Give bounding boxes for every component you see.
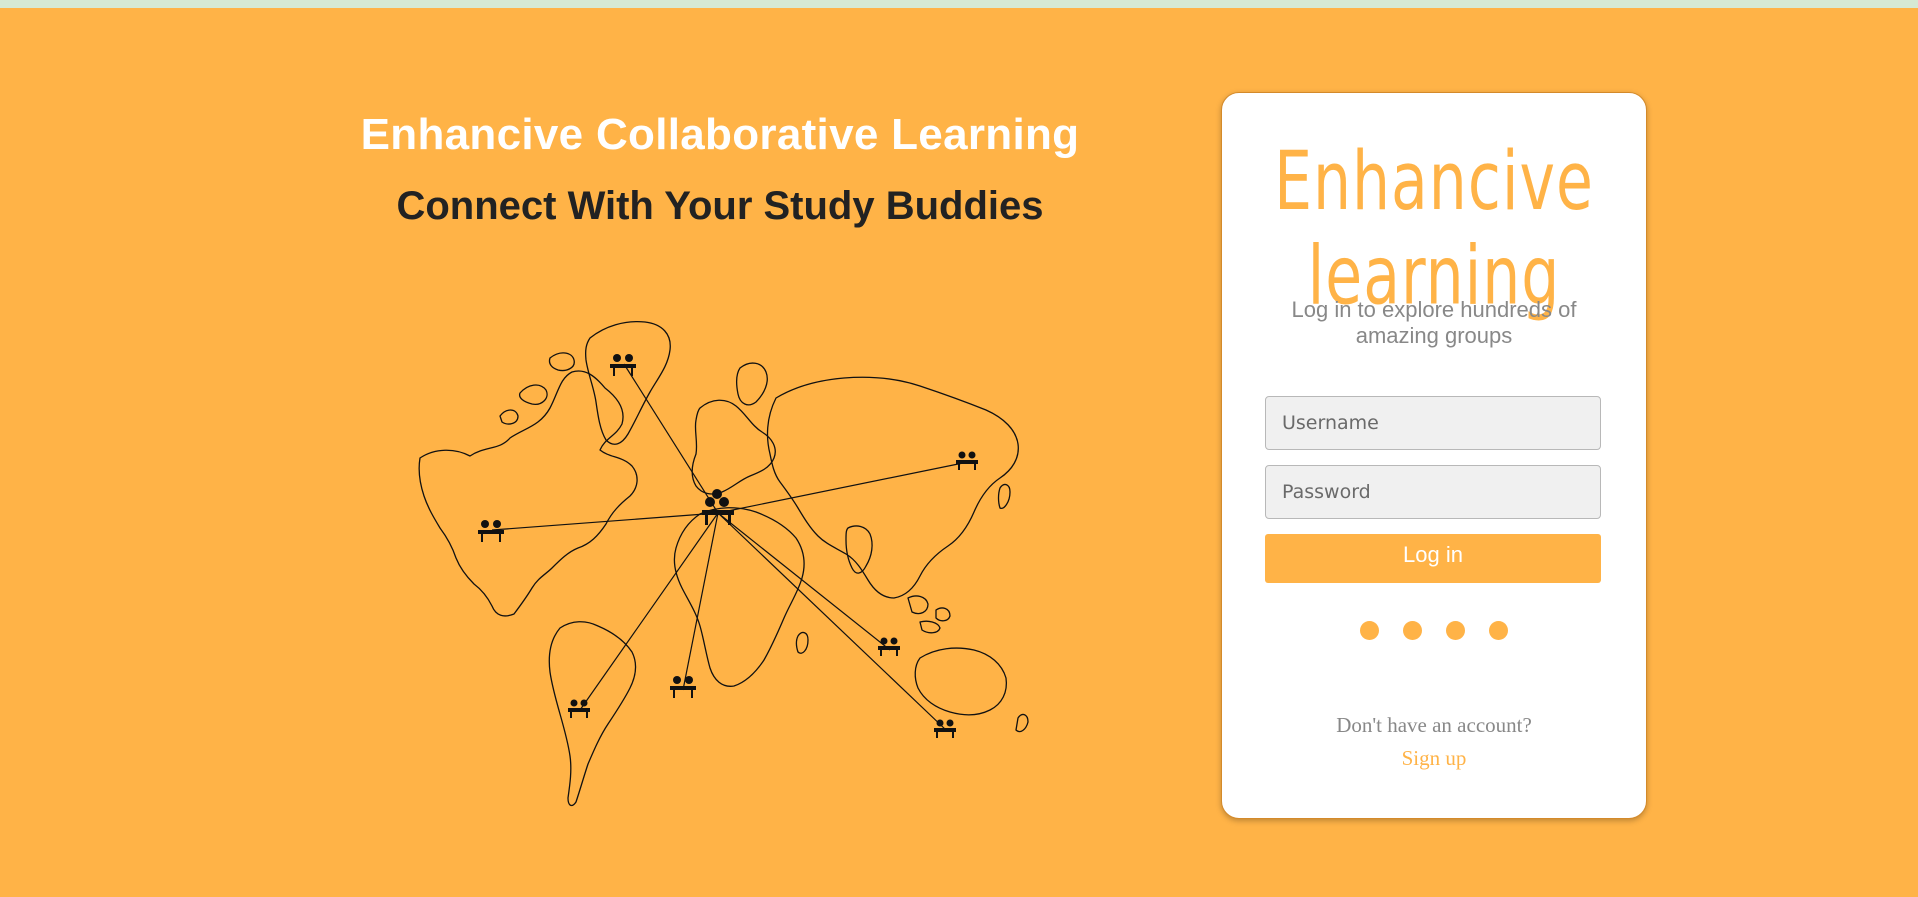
continent-north-america	[418, 370, 638, 617]
connection-line	[579, 512, 719, 711]
study-group-icon	[610, 354, 636, 376]
study-group-icon	[568, 699, 590, 718]
connection-line	[717, 512, 891, 651]
continent-greenland	[584, 320, 671, 445]
connection-line	[717, 461, 969, 514]
hero-headline: Enhancive Collaborative Learning	[360, 110, 1080, 159]
study-group-icon	[478, 520, 504, 542]
island-madagascar	[795, 631, 809, 654]
world-map-illustration	[418, 320, 1029, 807]
signup-link[interactable]: Sign up	[1222, 746, 1646, 771]
continent-africa	[673, 507, 805, 687]
continent-australia	[914, 647, 1008, 716]
study-group-icon	[878, 637, 900, 656]
hero-pane: Enhancive Collaborative Learning Connect…	[340, 8, 1100, 888]
login-button[interactable]: Log in	[1265, 534, 1601, 583]
island-new-zealand	[1015, 713, 1029, 733]
loading-dot	[1446, 621, 1465, 640]
loading-dots	[1222, 621, 1646, 640]
connection-line	[682, 512, 719, 691]
region-scandinavia	[736, 362, 768, 406]
islands-southeast-asia	[907, 595, 951, 634]
login-card: Enhancive learning Log in to explore hun…	[1221, 92, 1647, 819]
study-group-icon	[670, 676, 696, 698]
hero-subheadline: Connect With Your Study Buddies	[396, 184, 1044, 228]
username-input[interactable]	[1265, 396, 1601, 450]
password-input[interactable]	[1265, 465, 1601, 519]
loading-dot	[1403, 621, 1422, 640]
no-account-text: Don't have an account?	[1336, 713, 1532, 737]
loading-dot	[1360, 621, 1379, 640]
island-japan	[997, 483, 1011, 509]
continent-europe	[691, 399, 776, 495]
arctic-islands	[499, 352, 575, 425]
study-group-icon	[934, 719, 956, 738]
brand-logo-text: Enhancive learning	[1274, 134, 1594, 324]
login-tagline: Log in to explore hundreds of amazing gr…	[1291, 297, 1577, 348]
top-strip	[0, 0, 1918, 8]
connection-line	[491, 512, 719, 531]
connection-line	[623, 363, 719, 514]
loading-dot	[1489, 621, 1508, 640]
study-group-icon	[956, 451, 978, 470]
continent-asia	[766, 376, 1019, 599]
